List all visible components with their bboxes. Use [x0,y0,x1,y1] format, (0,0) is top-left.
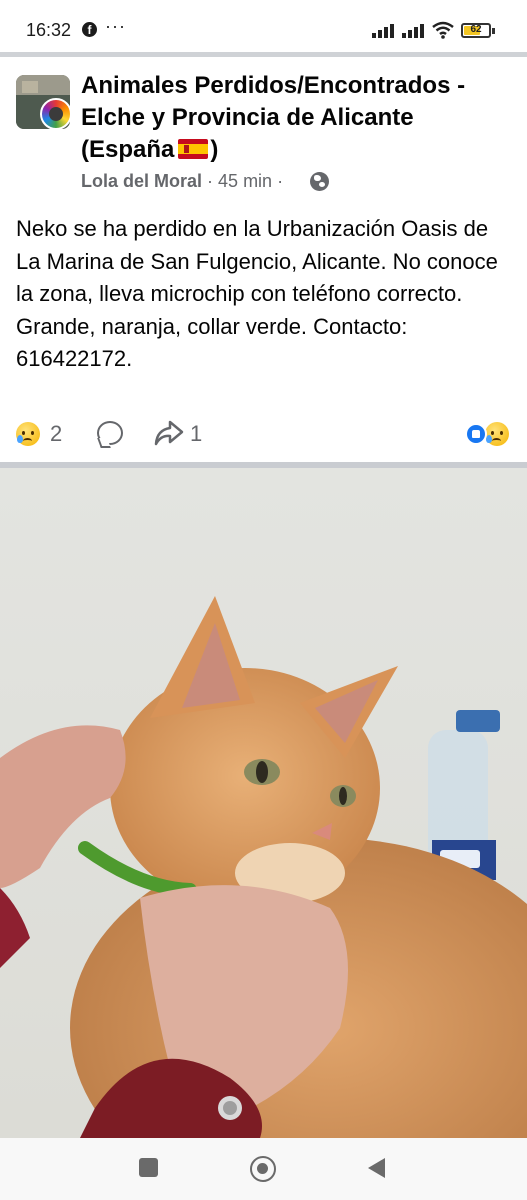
globe-icon [310,172,329,191]
like-icon[interactable] [465,423,487,445]
more-notifications-icon: ··· [105,16,126,36]
recent-apps-icon[interactable] [139,1158,158,1177]
signal-icon [372,24,398,38]
battery-icon: 62 [461,23,491,38]
post-time[interactable]: · 45 min · [207,171,283,191]
status-bar: 16:32 f ··· 62 [0,0,527,52]
group-name-end: ) [210,136,219,163]
group-name-text: Animales Perdidos/Encontrados - Elche y … [81,72,466,163]
author-avatar[interactable] [40,98,72,130]
status-time: 16:32 [26,20,72,40]
battery-text: 62 [470,24,482,35]
post-byline: Lola del Moral · 45 min · [81,171,283,192]
signal-icon [402,24,428,38]
home-icon[interactable] [250,1156,276,1182]
post-text: Neko se ha perdido en la Urbanización Oa… [16,216,498,372]
navigation-bar [0,1138,527,1200]
reactions-count[interactable]: 2 [50,421,62,447]
sad-emoji-icon[interactable] [16,422,40,446]
author-name[interactable]: Lola del Moral [81,171,202,191]
sad-emoji-icon[interactable] [485,422,509,446]
cat-photo [0,468,527,1138]
battery-tip [492,28,495,34]
wifi-icon [432,21,454,39]
facebook-notification-icon: f [82,22,97,37]
group-name[interactable]: Animales Perdidos/Encontrados - Elche y … [81,70,511,166]
spain-flag-icon [178,139,209,159]
shares-count[interactable]: 1 [190,421,202,447]
post-photo[interactable] [0,468,527,1138]
share-icon[interactable] [153,419,185,447]
comment-icon[interactable] [97,421,123,445]
divider [0,52,527,57]
back-icon[interactable] [368,1158,385,1178]
